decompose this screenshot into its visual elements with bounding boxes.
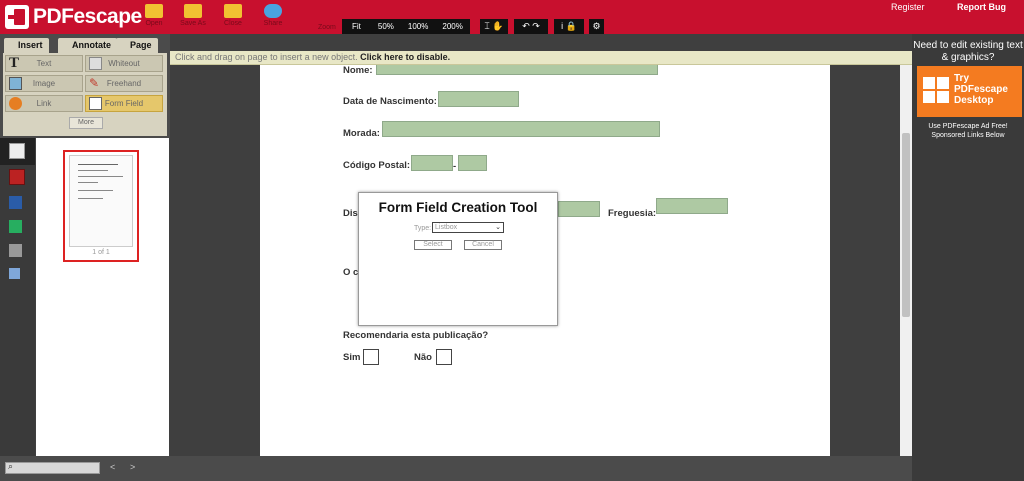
page-icon[interactable] — [9, 143, 25, 159]
pdfescape-logo-icon — [5, 5, 29, 29]
zoom-50-button[interactable]: 50% — [371, 19, 401, 34]
text-tool-button[interactable]: T Text — [5, 55, 83, 72]
logo[interactable]: PDFescape — [5, 5, 142, 29]
label-nascimento: Data de Nascimento: — [343, 96, 437, 107]
chevron-down-icon: ⌄ — [495, 224, 501, 231]
form-field-tool-button[interactable]: Form Field — [85, 95, 163, 112]
checkbox-nao[interactable] — [436, 349, 452, 365]
zoom-label: Zoom — [318, 24, 336, 31]
security-tools: i 🔒 — [554, 19, 584, 34]
type-label: Type: — [414, 225, 432, 232]
register-link[interactable]: Register — [891, 2, 925, 12]
windows-icon — [923, 77, 949, 103]
page-count-label: 1 of 1 — [92, 249, 110, 256]
tab-insert[interactable]: Insert — [4, 38, 49, 53]
tab-page[interactable]: Page — [116, 38, 158, 53]
close-button[interactable]: Close — [213, 4, 253, 27]
search-icon: ⌕ — [8, 461, 14, 471]
text-cursor-icon[interactable]: ⌶ — [484, 21, 489, 31]
zoom-controls: Fit 50% 100% 200% — [342, 19, 470, 34]
left-sidebar — [0, 138, 35, 456]
tool-panel: Insert Annotate Page T Text Whiteout Ima… — [0, 34, 170, 138]
checkbox-sim[interactable] — [363, 349, 379, 365]
insert-tools: T Text Whiteout Image ✎ Freehand Link Fo… — [3, 53, 167, 136]
bottom-bar: ⌕ < > — [0, 456, 912, 481]
scrollbar-thumb[interactable] — [902, 133, 910, 317]
gear-icon: ⚙ — [592, 21, 601, 31]
undo-icon[interactable]: ↶ — [522, 21, 530, 31]
dialog-title: Form Field Creation Tool — [378, 200, 538, 215]
thumbnail-panel: 1 of 1 — [36, 138, 169, 456]
right-panel: Need to edit existing text & graphics? T… — [912, 34, 1024, 481]
label-o: O c — [343, 267, 359, 278]
field-nome[interactable] — [376, 65, 658, 75]
label-nao: Não — [414, 352, 432, 363]
field-codigo-postal-1[interactable] — [411, 155, 453, 171]
thumbnail-preview — [69, 155, 133, 247]
field-codigo-postal-2[interactable] — [458, 155, 487, 171]
prev-page-icon[interactable]: < — [110, 462, 115, 472]
pdf-icon[interactable] — [9, 169, 25, 185]
save-icon[interactable] — [9, 196, 22, 209]
share-button[interactable]: Share — [253, 4, 293, 27]
save-folder-icon — [184, 4, 202, 18]
field-morada[interactable] — [382, 121, 660, 137]
label-nome: Nome: — [343, 65, 373, 76]
field-nascimento[interactable] — [438, 91, 519, 107]
save-as-button[interactable]: Save As — [173, 4, 213, 27]
page-search-input[interactable]: ⌕ — [5, 461, 100, 474]
thumbnail-icon[interactable] — [9, 268, 20, 279]
hint-text: Click and drag on page to insert a new o… — [175, 52, 358, 62]
field-freguesia[interactable] — [656, 198, 728, 214]
label-sim: Sim — [343, 352, 361, 363]
disable-hint-link[interactable]: Click here to disable. — [360, 52, 450, 62]
zoom-100-button[interactable]: 100% — [401, 19, 435, 34]
undo-redo: ↶ ↷ — [514, 19, 548, 34]
type-select-value: Listbox — [435, 224, 458, 231]
report-bug-link[interactable]: Report Bug — [957, 2, 1006, 12]
tab-annotate[interactable]: Annotate — [58, 38, 117, 53]
label-distrito: Dis — [343, 208, 358, 219]
zoom-200-button[interactable]: 200% — [435, 19, 469, 34]
type-select[interactable]: Listbox ⌄ — [432, 222, 504, 233]
settings-button[interactable]: ⚙ — [589, 19, 604, 34]
document-scrollbar[interactable] — [900, 65, 912, 456]
label-codigo-postal: Código Postal: — [343, 160, 411, 171]
label-freguesia: Freguesia: — [608, 208, 657, 219]
whiteout-tool-button[interactable]: Whiteout — [85, 55, 163, 72]
select-button[interactable]: Select — [414, 240, 452, 250]
form-field-dialog: Form Field Creation Tool Type: Listbox ⌄… — [358, 192, 558, 326]
hand-icon[interactable]: ✋ — [492, 21, 503, 31]
next-page-icon[interactable]: > — [130, 462, 135, 472]
lock-icon[interactable]: 🔒 — [566, 21, 577, 31]
zoom-fit-button[interactable]: Fit — [342, 19, 371, 34]
share-icon — [264, 4, 282, 18]
open-button[interactable]: Open — [134, 4, 174, 27]
redo-icon[interactable]: ↷ — [532, 21, 540, 31]
hint-bar: Click and drag on page to insert a new o… — [170, 51, 912, 65]
promo-headline: Need to edit existing text & graphics? — [913, 40, 1023, 63]
link-tool-button[interactable]: Link — [5, 95, 83, 112]
promo-text: Try PDFescape Desktop — [954, 73, 1008, 106]
open-folder-icon — [145, 4, 163, 18]
freehand-tool-button[interactable]: ✎ Freehand — [85, 75, 163, 92]
print-icon[interactable] — [9, 244, 22, 257]
try-desktop-banner[interactable]: Try PDFescape Desktop — [917, 66, 1022, 117]
close-folder-icon — [224, 4, 242, 18]
logo-text: PDFescape — [33, 5, 142, 28]
download-icon[interactable] — [9, 220, 22, 233]
image-tool-button[interactable]: Image — [5, 75, 83, 92]
cancel-button[interactable]: Cancel — [464, 240, 502, 250]
codigo-postal-dash: - — [453, 161, 457, 172]
page-thumbnail[interactable]: 1 of 1 — [63, 150, 139, 262]
label-morada: Morada: — [343, 128, 380, 139]
field-distrito[interactable] — [558, 201, 600, 217]
top-bar: PDFescape Open Save As Close Share Zoom … — [0, 0, 1024, 34]
info-icon[interactable]: i — [561, 21, 563, 31]
label-recomendaria: Recomendaria esta publicação? — [343, 330, 489, 341]
sponsored-text: Use PDFescape Ad Free! Sponsored Links B… — [928, 123, 1008, 139]
more-button[interactable]: More — [69, 117, 103, 129]
select-tools: ⌶ ✋ — [480, 19, 508, 34]
